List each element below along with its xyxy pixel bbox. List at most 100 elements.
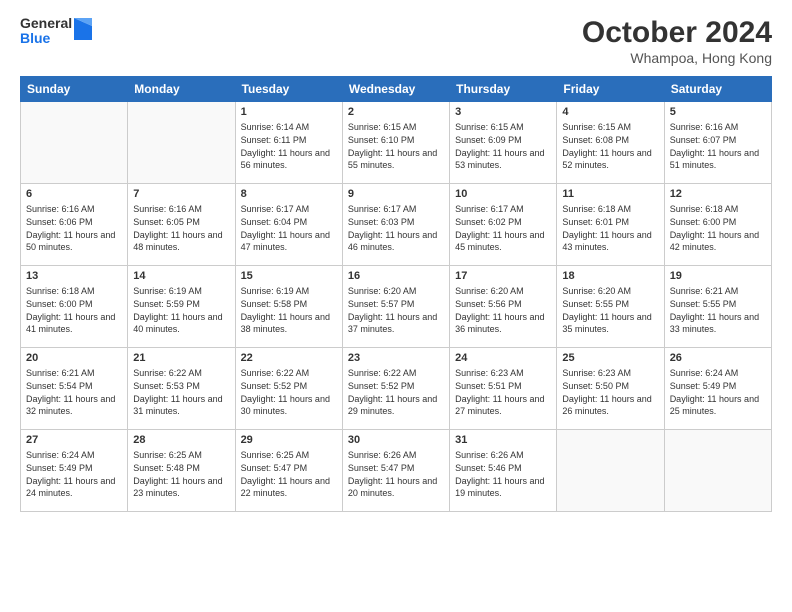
day-number: 6 (26, 187, 122, 202)
sunset-text: Sunset: 5:49 PM (670, 380, 766, 393)
sunset-text: Sunset: 6:05 PM (133, 216, 229, 229)
week-row-2: 6Sunrise: 6:16 AMSunset: 6:06 PMDaylight… (21, 184, 772, 266)
sunset-text: Sunset: 5:59 PM (133, 298, 229, 311)
week-row-5: 27Sunrise: 6:24 AMSunset: 5:49 PMDayligh… (21, 430, 772, 512)
sunset-text: Sunset: 5:53 PM (133, 380, 229, 393)
day-number: 1 (241, 105, 337, 120)
day-number: 9 (348, 187, 444, 202)
day-number: 5 (670, 105, 766, 120)
sunrise-text: Sunrise: 6:16 AM (26, 203, 122, 216)
daylight-text: Daylight: 11 hours and 45 minutes. (455, 229, 551, 254)
sunset-text: Sunset: 6:03 PM (348, 216, 444, 229)
sunrise-text: Sunrise: 6:22 AM (348, 367, 444, 380)
sunset-text: Sunset: 5:56 PM (455, 298, 551, 311)
sunset-text: Sunset: 5:55 PM (670, 298, 766, 311)
day-cell: 31Sunrise: 6:26 AMSunset: 5:46 PMDayligh… (450, 430, 557, 512)
sunrise-text: Sunrise: 6:20 AM (348, 285, 444, 298)
calendar-table: SundayMondayTuesdayWednesdayThursdayFrid… (20, 76, 772, 512)
daylight-text: Daylight: 11 hours and 55 minutes. (348, 147, 444, 172)
day-cell: 12Sunrise: 6:18 AMSunset: 6:00 PMDayligh… (664, 184, 771, 266)
daylight-text: Daylight: 11 hours and 20 minutes. (348, 475, 444, 500)
day-cell: 6Sunrise: 6:16 AMSunset: 6:06 PMDaylight… (21, 184, 128, 266)
sunrise-text: Sunrise: 6:15 AM (348, 121, 444, 134)
sunrise-text: Sunrise: 6:17 AM (241, 203, 337, 216)
day-cell: 18Sunrise: 6:20 AMSunset: 5:55 PMDayligh… (557, 266, 664, 348)
week-row-1: 1Sunrise: 6:14 AMSunset: 6:11 PMDaylight… (21, 102, 772, 184)
sunset-text: Sunset: 6:06 PM (26, 216, 122, 229)
daylight-text: Daylight: 11 hours and 46 minutes. (348, 229, 444, 254)
col-header-tuesday: Tuesday (235, 77, 342, 102)
day-cell: 23Sunrise: 6:22 AMSunset: 5:52 PMDayligh… (342, 348, 449, 430)
sunrise-text: Sunrise: 6:21 AM (670, 285, 766, 298)
sunrise-text: Sunrise: 6:25 AM (133, 449, 229, 462)
daylight-text: Daylight: 11 hours and 33 minutes. (670, 311, 766, 336)
sunrise-text: Sunrise: 6:15 AM (455, 121, 551, 134)
sunset-text: Sunset: 5:54 PM (26, 380, 122, 393)
col-header-wednesday: Wednesday (342, 77, 449, 102)
day-cell: 4Sunrise: 6:15 AMSunset: 6:08 PMDaylight… (557, 102, 664, 184)
logo-icon (74, 18, 92, 40)
daylight-text: Daylight: 11 hours and 26 minutes. (562, 393, 658, 418)
logo-blue: Blue (20, 31, 72, 46)
day-cell: 7Sunrise: 6:16 AMSunset: 6:05 PMDaylight… (128, 184, 235, 266)
day-number: 11 (562, 187, 658, 202)
header-row: SundayMondayTuesdayWednesdayThursdayFrid… (21, 77, 772, 102)
day-cell: 26Sunrise: 6:24 AMSunset: 5:49 PMDayligh… (664, 348, 771, 430)
day-number: 31 (455, 433, 551, 448)
day-number: 30 (348, 433, 444, 448)
sunset-text: Sunset: 5:46 PM (455, 462, 551, 475)
daylight-text: Daylight: 11 hours and 37 minutes. (348, 311, 444, 336)
sunrise-text: Sunrise: 6:22 AM (133, 367, 229, 380)
month-title: October 2024 (582, 16, 772, 50)
day-number: 26 (670, 351, 766, 366)
sunrise-text: Sunrise: 6:17 AM (455, 203, 551, 216)
sunset-text: Sunset: 6:00 PM (26, 298, 122, 311)
day-cell: 16Sunrise: 6:20 AMSunset: 5:57 PMDayligh… (342, 266, 449, 348)
daylight-text: Daylight: 11 hours and 29 minutes. (348, 393, 444, 418)
sunset-text: Sunset: 6:07 PM (670, 134, 766, 147)
day-number: 17 (455, 269, 551, 284)
logo: General Blue (20, 16, 92, 47)
sunrise-text: Sunrise: 6:26 AM (455, 449, 551, 462)
sunrise-text: Sunrise: 6:22 AM (241, 367, 337, 380)
sunset-text: Sunset: 5:50 PM (562, 380, 658, 393)
day-cell: 15Sunrise: 6:19 AMSunset: 5:58 PMDayligh… (235, 266, 342, 348)
sunrise-text: Sunrise: 6:16 AM (670, 121, 766, 134)
day-number: 10 (455, 187, 551, 202)
day-number: 20 (26, 351, 122, 366)
daylight-text: Daylight: 11 hours and 56 minutes. (241, 147, 337, 172)
daylight-text: Daylight: 11 hours and 42 minutes. (670, 229, 766, 254)
sunrise-text: Sunrise: 6:18 AM (562, 203, 658, 216)
sunset-text: Sunset: 5:49 PM (26, 462, 122, 475)
day-cell: 5Sunrise: 6:16 AMSunset: 6:07 PMDaylight… (664, 102, 771, 184)
daylight-text: Daylight: 11 hours and 52 minutes. (562, 147, 658, 172)
day-cell: 2Sunrise: 6:15 AMSunset: 6:10 PMDaylight… (342, 102, 449, 184)
daylight-text: Daylight: 11 hours and 51 minutes. (670, 147, 766, 172)
day-cell (128, 102, 235, 184)
sunrise-text: Sunrise: 6:14 AM (241, 121, 337, 134)
daylight-text: Daylight: 11 hours and 43 minutes. (562, 229, 658, 254)
daylight-text: Daylight: 11 hours and 47 minutes. (241, 229, 337, 254)
sunset-text: Sunset: 6:04 PM (241, 216, 337, 229)
daylight-text: Daylight: 11 hours and 53 minutes. (455, 147, 551, 172)
sunset-text: Sunset: 5:52 PM (348, 380, 444, 393)
sunrise-text: Sunrise: 6:19 AM (241, 285, 337, 298)
sunrise-text: Sunrise: 6:19 AM (133, 285, 229, 298)
daylight-text: Daylight: 11 hours and 50 minutes. (26, 229, 122, 254)
day-number: 12 (670, 187, 766, 202)
daylight-text: Daylight: 11 hours and 41 minutes. (26, 311, 122, 336)
sunrise-text: Sunrise: 6:16 AM (133, 203, 229, 216)
daylight-text: Daylight: 11 hours and 35 minutes. (562, 311, 658, 336)
sunrise-text: Sunrise: 6:18 AM (26, 285, 122, 298)
sunrise-text: Sunrise: 6:23 AM (455, 367, 551, 380)
daylight-text: Daylight: 11 hours and 48 minutes. (133, 229, 229, 254)
day-cell: 13Sunrise: 6:18 AMSunset: 6:00 PMDayligh… (21, 266, 128, 348)
col-header-sunday: Sunday (21, 77, 128, 102)
day-number: 14 (133, 269, 229, 284)
sunrise-text: Sunrise: 6:23 AM (562, 367, 658, 380)
day-number: 3 (455, 105, 551, 120)
day-number: 2 (348, 105, 444, 120)
day-number: 8 (241, 187, 337, 202)
daylight-text: Daylight: 11 hours and 25 minutes. (670, 393, 766, 418)
day-number: 4 (562, 105, 658, 120)
